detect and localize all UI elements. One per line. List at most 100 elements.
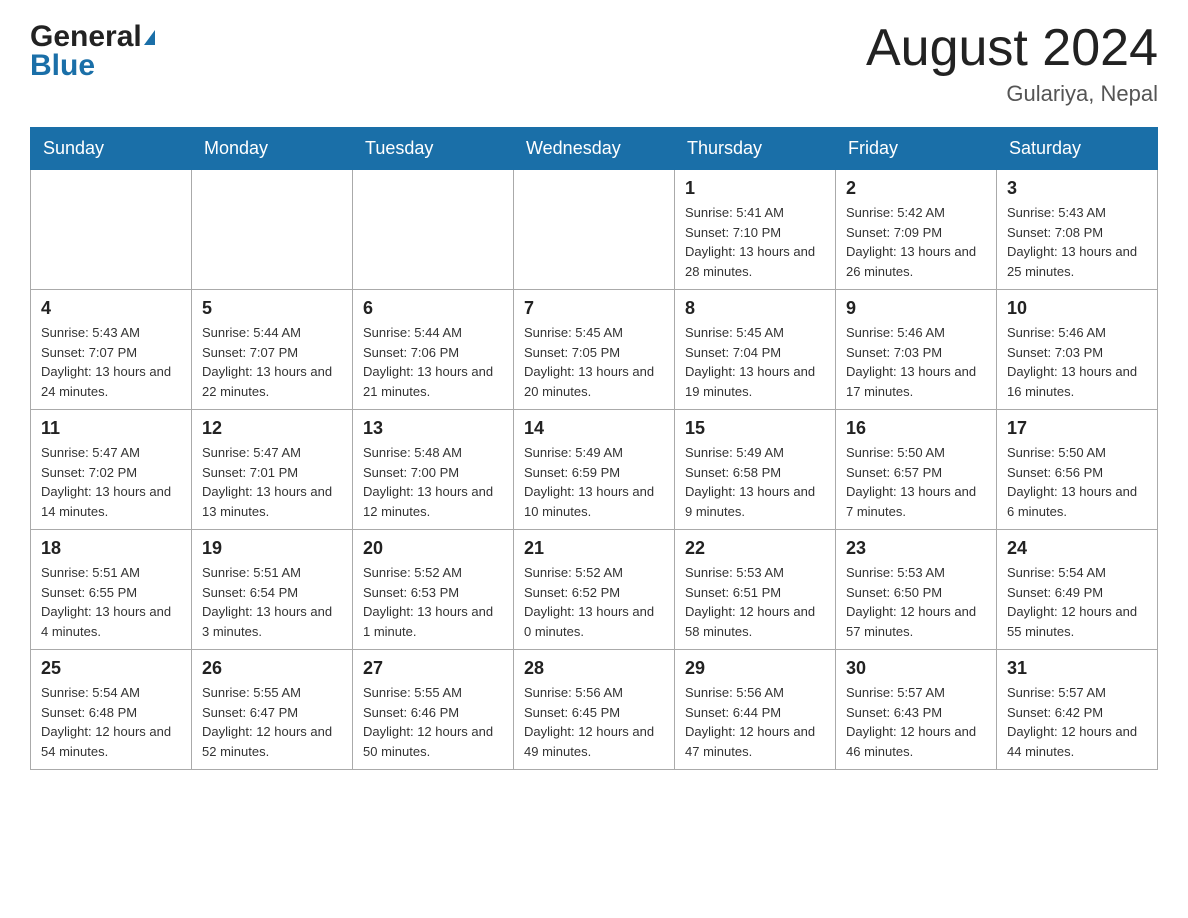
day-number: 28: [524, 658, 664, 679]
day-number: 10: [1007, 298, 1147, 319]
day-info: Sunrise: 5:46 AM Sunset: 7:03 PM Dayligh…: [1007, 323, 1147, 401]
day-number: 23: [846, 538, 986, 559]
calendar-cell: 20 Sunrise: 5:52 AM Sunset: 6:53 PM Dayli…: [353, 530, 514, 650]
calendar-cell: 11 Sunrise: 5:47 AM Sunset: 7:02 PM Dayli…: [31, 410, 192, 530]
logo: General Blue: [30, 20, 156, 83]
day-info: Sunrise: 5:43 AM Sunset: 7:07 PM Dayligh…: [41, 323, 181, 401]
day-number: 8: [685, 298, 825, 319]
day-info: Sunrise: 5:57 AM Sunset: 6:42 PM Dayligh…: [1007, 683, 1147, 761]
day-number: 21: [524, 538, 664, 559]
calendar-cell: 13Sunrise: 5:48 AM Sunset: 7:00 PM Dayli…: [353, 410, 514, 530]
calendar-cell: [353, 170, 514, 290]
day-info: Sunrise: 5:44 AM Sunset: 7:06 PM Dayligh…: [363, 323, 503, 401]
calendar-cell: 21Sunrise: 5:52 AM Sunset: 6:52 PM Dayli…: [514, 530, 675, 650]
calendar-cell: 5 Sunrise: 5:44 AM Sunset: 7:07 PM Daylig…: [192, 290, 353, 410]
day-info: Sunrise: 5:55 AM Sunset: 6:47 PM Dayligh…: [202, 683, 342, 761]
calendar-cell: 22 Sunrise: 5:53 AM Sunset: 6:51 PM Dayli…: [675, 530, 836, 650]
calendar-cell: 14 Sunrise: 5:49 AM Sunset: 6:59 PM Dayli…: [514, 410, 675, 530]
day-info: Sunrise: 5:51 AM Sunset: 6:55 PM Dayligh…: [41, 563, 181, 641]
calendar-week-2: 4 Sunrise: 5:43 AM Sunset: 7:07 PM Daylig…: [31, 290, 1158, 410]
calendar-cell: 15 Sunrise: 5:49 AM Sunset: 6:58 PM Dayli…: [675, 410, 836, 530]
calendar-cell: 2Sunrise: 5:42 AM Sunset: 7:09 PM Daylig…: [836, 170, 997, 290]
calendar-cell: 18 Sunrise: 5:51 AM Sunset: 6:55 PM Dayli…: [31, 530, 192, 650]
day-number: 15: [685, 418, 825, 439]
day-info: Sunrise: 5:50 AM Sunset: 6:57 PM Dayligh…: [846, 443, 986, 521]
day-number: 25: [41, 658, 181, 679]
day-info: Sunrise: 5:49 AM Sunset: 6:58 PM Dayligh…: [685, 443, 825, 521]
day-number: 24: [1007, 538, 1147, 559]
day-number: 6: [363, 298, 503, 319]
calendar-cell: 8 Sunrise: 5:45 AM Sunset: 7:04 PM Daylig…: [675, 290, 836, 410]
day-number: 11: [41, 418, 181, 439]
calendar-cell: 3 Sunrise: 5:43 AM Sunset: 7:08 PM Daylig…: [997, 170, 1158, 290]
day-number: 18: [41, 538, 181, 559]
day-number: 22: [685, 538, 825, 559]
calendar-cell: 27Sunrise: 5:55 AM Sunset: 6:46 PM Dayli…: [353, 650, 514, 770]
day-info: Sunrise: 5:45 AM Sunset: 7:05 PM Dayligh…: [524, 323, 664, 401]
day-number: 27: [363, 658, 503, 679]
day-number: 20: [363, 538, 503, 559]
calendar-cell: 10 Sunrise: 5:46 AM Sunset: 7:03 PM Dayli…: [997, 290, 1158, 410]
day-number: 4: [41, 298, 181, 319]
calendar-cell: 30Sunrise: 5:57 AM Sunset: 6:43 PM Dayli…: [836, 650, 997, 770]
calendar-week-5: 25 Sunrise: 5:54 AM Sunset: 6:48 PM Dayli…: [31, 650, 1158, 770]
calendar-header-sunday: Sunday: [31, 128, 192, 170]
calendar-cell: 29 Sunrise: 5:56 AM Sunset: 6:44 PM Dayli…: [675, 650, 836, 770]
day-number: 9: [846, 298, 986, 319]
calendar-cell: 31 Sunrise: 5:57 AM Sunset: 6:42 PM Dayli…: [997, 650, 1158, 770]
calendar-cell: 24 Sunrise: 5:54 AM Sunset: 6:49 PM Dayli…: [997, 530, 1158, 650]
day-info: Sunrise: 5:56 AM Sunset: 6:45 PM Dayligh…: [524, 683, 664, 761]
day-number: 29: [685, 658, 825, 679]
day-number: 7: [524, 298, 664, 319]
day-info: Sunrise: 5:47 AM Sunset: 7:02 PM Dayligh…: [41, 443, 181, 521]
calendar-cell: 6 Sunrise: 5:44 AM Sunset: 7:06 PM Daylig…: [353, 290, 514, 410]
day-info: Sunrise: 5:57 AM Sunset: 6:43 PM Dayligh…: [846, 683, 986, 761]
day-number: 13: [363, 418, 503, 439]
day-info: Sunrise: 5:52 AM Sunset: 6:53 PM Dayligh…: [363, 563, 503, 641]
calendar-cell: [192, 170, 353, 290]
calendar-cell: 19 Sunrise: 5:51 AM Sunset: 6:54 PM Dayli…: [192, 530, 353, 650]
day-info: Sunrise: 5:51 AM Sunset: 6:54 PM Dayligh…: [202, 563, 342, 641]
calendar-cell: 26 Sunrise: 5:55 AM Sunset: 6:47 PM Dayli…: [192, 650, 353, 770]
day-info: Sunrise: 5:53 AM Sunset: 6:51 PM Dayligh…: [685, 563, 825, 641]
calendar-cell: 1Sunrise: 5:41 AM Sunset: 7:10 PM Daylig…: [675, 170, 836, 290]
page-subtitle: Gulariya, Nepal: [866, 81, 1158, 107]
calendar-header-monday: Monday: [192, 128, 353, 170]
calendar-cell: 28 Sunrise: 5:56 AM Sunset: 6:45 PM Dayli…: [514, 650, 675, 770]
day-info: Sunrise: 5:43 AM Sunset: 7:08 PM Dayligh…: [1007, 203, 1147, 281]
calendar-week-1: 1Sunrise: 5:41 AM Sunset: 7:10 PM Daylig…: [31, 170, 1158, 290]
day-number: 5: [202, 298, 342, 319]
day-number: 1: [685, 178, 825, 199]
day-number: 12: [202, 418, 342, 439]
calendar-week-4: 18 Sunrise: 5:51 AM Sunset: 6:55 PM Dayli…: [31, 530, 1158, 650]
day-number: 14: [524, 418, 664, 439]
day-info: Sunrise: 5:46 AM Sunset: 7:03 PM Dayligh…: [846, 323, 986, 401]
calendar-week-3: 11 Sunrise: 5:47 AM Sunset: 7:02 PM Dayli…: [31, 410, 1158, 530]
day-info: Sunrise: 5:45 AM Sunset: 7:04 PM Dayligh…: [685, 323, 825, 401]
logo-triangle-icon: [144, 30, 155, 45]
calendar-cell: [31, 170, 192, 290]
day-info: Sunrise: 5:50 AM Sunset: 6:56 PM Dayligh…: [1007, 443, 1147, 521]
day-info: Sunrise: 5:42 AM Sunset: 7:09 PM Dayligh…: [846, 203, 986, 281]
calendar-header-wednesday: Wednesday: [514, 128, 675, 170]
day-info: Sunrise: 5:56 AM Sunset: 6:44 PM Dayligh…: [685, 683, 825, 761]
day-number: 26: [202, 658, 342, 679]
page-title: August 2024: [866, 20, 1158, 77]
calendar-cell: [514, 170, 675, 290]
calendar-cell: 25 Sunrise: 5:54 AM Sunset: 6:48 PM Dayli…: [31, 650, 192, 770]
day-number: 17: [1007, 418, 1147, 439]
day-info: Sunrise: 5:49 AM Sunset: 6:59 PM Dayligh…: [524, 443, 664, 521]
day-number: 3: [1007, 178, 1147, 199]
day-info: Sunrise: 5:54 AM Sunset: 6:49 PM Dayligh…: [1007, 563, 1147, 641]
day-info: Sunrise: 5:44 AM Sunset: 7:07 PM Dayligh…: [202, 323, 342, 401]
day-number: 19: [202, 538, 342, 559]
calendar-cell: 16Sunrise: 5:50 AM Sunset: 6:57 PM Dayli…: [836, 410, 997, 530]
calendar-cell: 17 Sunrise: 5:50 AM Sunset: 6:56 PM Dayli…: [997, 410, 1158, 530]
title-block: August 2024 Gulariya, Nepal: [866, 20, 1158, 107]
calendar-header-thursday: Thursday: [675, 128, 836, 170]
calendar-header-saturday: Saturday: [997, 128, 1158, 170]
page-header: General Blue August 2024 Gulariya, Nepal: [30, 20, 1158, 107]
day-info: Sunrise: 5:54 AM Sunset: 6:48 PM Dayligh…: [41, 683, 181, 761]
day-number: 31: [1007, 658, 1147, 679]
calendar-header-friday: Friday: [836, 128, 997, 170]
